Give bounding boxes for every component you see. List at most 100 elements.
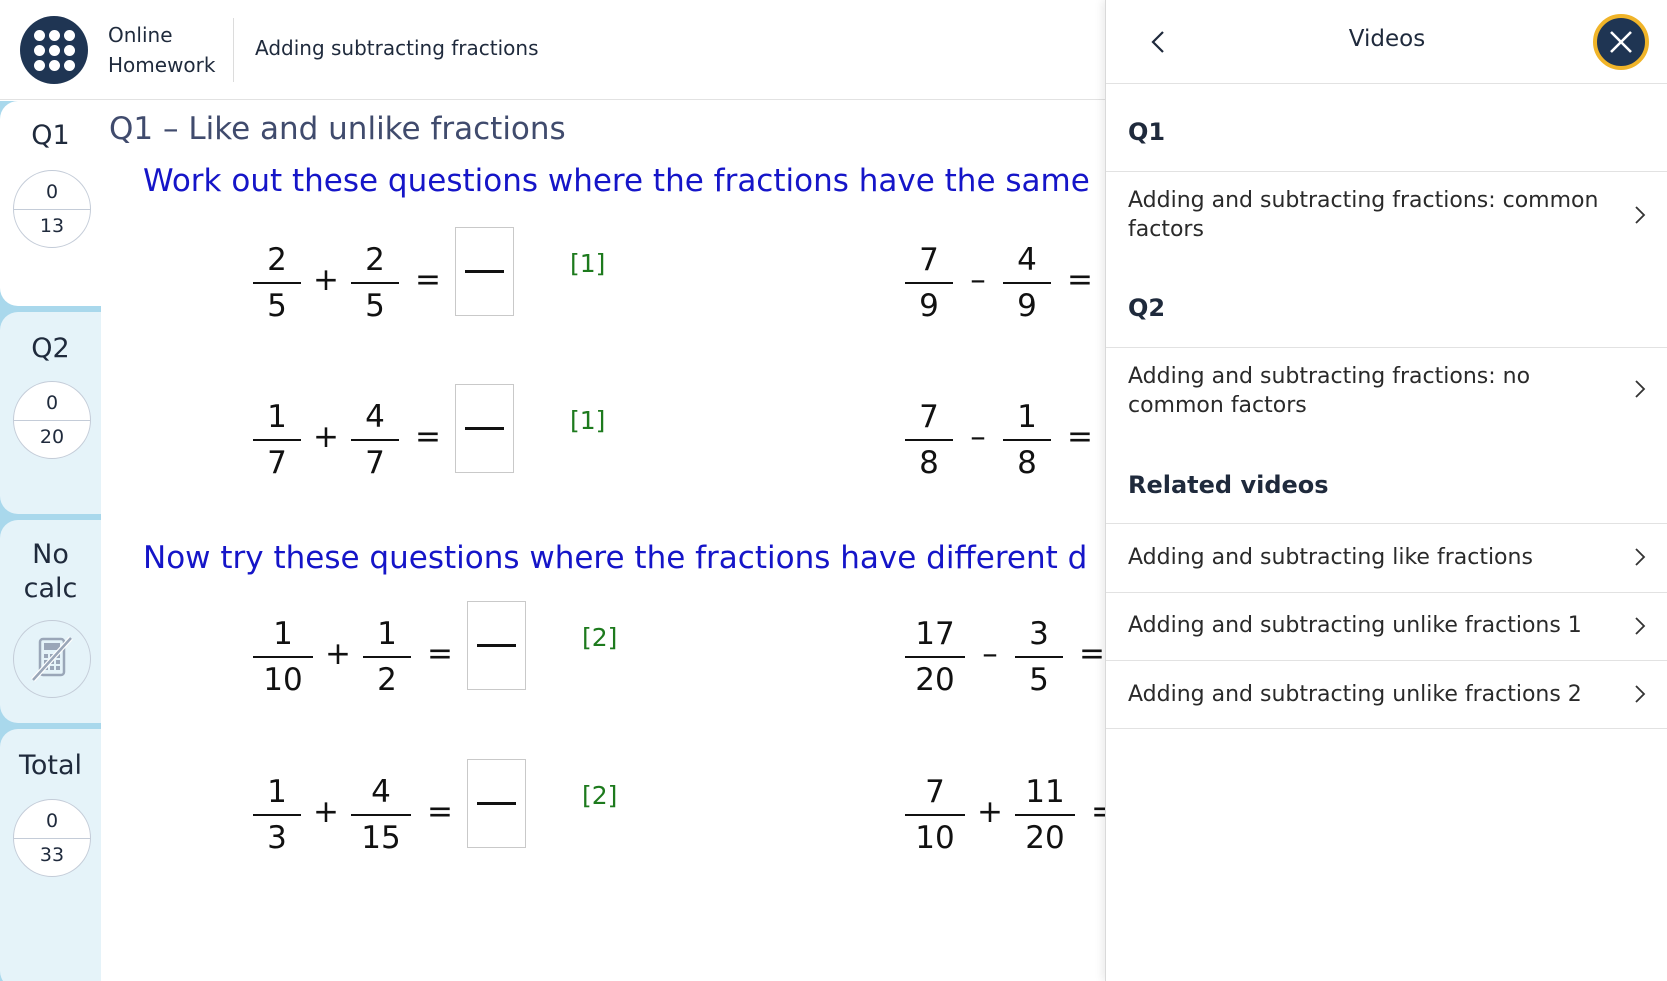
chevron-right-icon: [1635, 617, 1646, 635]
close-icon: [1610, 31, 1632, 53]
fraction-bar: [1003, 439, 1051, 441]
score-total: 13: [39, 215, 65, 237]
fraction-b: 4 15: [347, 773, 415, 857]
equals-sign: =: [427, 636, 453, 672]
score-total: 20: [39, 426, 65, 448]
operator: +: [313, 794, 339, 830]
video-link[interactable]: Adding and subtracting unlike fractions …: [1106, 660, 1667, 729]
denominator: 20: [1025, 820, 1065, 856]
video-link[interactable]: Adding and subtracting like fractions: [1106, 523, 1667, 592]
video-link[interactable]: Adding and subtracting fractions: no com…: [1106, 347, 1667, 433]
answer-input[interactable]: [467, 601, 526, 690]
operator: –: [982, 636, 998, 672]
numerator: 4: [371, 774, 391, 810]
answer-input[interactable]: [467, 759, 526, 848]
score-circle: 0 33: [13, 799, 91, 877]
denominator: 10: [263, 662, 303, 698]
numerator: 3: [1029, 616, 1049, 652]
marks-label: [1]: [570, 406, 606, 435]
operator: +: [313, 262, 339, 298]
fraction-a: 79: [901, 241, 957, 325]
fraction-a: 1 10: [249, 615, 317, 699]
equals-sign: =: [1067, 419, 1093, 455]
numerator: 2: [365, 242, 385, 278]
videos-panel: Videos Q1 Adding and subtracting fractio…: [1105, 0, 1667, 981]
close-button[interactable]: [1593, 14, 1649, 70]
homework-title: Adding subtracting fractions: [255, 36, 539, 60]
numerator: 7: [919, 242, 939, 278]
video-link-label: Adding and subtracting like fractions: [1128, 545, 1533, 570]
denominator: 9: [919, 288, 939, 324]
operator: –: [970, 262, 986, 298]
fraction-bar: [253, 282, 301, 284]
answer-input[interactable]: [455, 384, 514, 473]
section-title-q2: Q2: [1128, 294, 1166, 322]
numerator: 1: [377, 616, 397, 652]
equals-sign: =: [427, 794, 453, 830]
fraction-b: 35: [1011, 615, 1067, 699]
fraction-bar: [363, 656, 411, 658]
marks-label: [2]: [582, 623, 618, 652]
fraction-a: 7 10: [901, 773, 969, 857]
fraction-bar: [1015, 656, 1063, 658]
denominator: 20: [915, 662, 955, 698]
calculator-off-icon: [13, 620, 91, 698]
operator: +: [325, 636, 351, 672]
app-menu-button[interactable]: [20, 16, 88, 84]
fraction-bar: [253, 814, 301, 816]
operator: +: [977, 794, 1003, 830]
fraction-bar: [1003, 282, 1051, 284]
panel-header: Videos: [1106, 0, 1667, 84]
sidebar-item-q1[interactable]: Q1 0 13: [0, 101, 101, 306]
numerator: 4: [1017, 242, 1037, 278]
equals-sign: =: [1091, 794, 1105, 830]
panel-title: Videos: [1348, 26, 1426, 52]
fraction-bar: [351, 814, 411, 816]
instruction-same-denominator: Work out these questions where the fract…: [143, 163, 1090, 199]
numerator: 17: [915, 616, 955, 652]
question-heading: Q1 – Like and unlike fractions: [109, 111, 566, 147]
equals-sign: =: [415, 419, 441, 455]
fraction-a: 78: [901, 398, 957, 482]
chevron-right-icon: [1635, 380, 1646, 398]
video-link[interactable]: Adding and subtracting unlike fractions …: [1106, 592, 1667, 660]
brand-line-2: Homework: [108, 53, 216, 77]
score-circle: 0 13: [13, 170, 91, 248]
numerator: 1: [1017, 399, 1037, 435]
numerator: 7: [925, 774, 945, 810]
fraction-bar: [351, 282, 399, 284]
fraction-bar: [253, 656, 313, 658]
answer-input[interactable]: [455, 227, 514, 316]
numerator: 7: [919, 399, 939, 435]
answer-fraction-line: [465, 427, 504, 430]
denominator: 8: [1017, 445, 1037, 481]
denominator: 3: [267, 820, 287, 856]
fraction-bar: [905, 439, 953, 441]
chevron-right-icon: [1635, 548, 1646, 566]
denominator: 5: [365, 288, 385, 324]
fraction-b: 47: [347, 398, 403, 482]
fraction-b: 49: [999, 241, 1055, 325]
chevron-right-icon: [1635, 206, 1646, 224]
section-title-related-videos: Related videos: [1128, 471, 1329, 499]
score-value: 0: [45, 392, 59, 414]
sidebar-item-label: Q2: [31, 333, 70, 364]
numerator: 1: [273, 616, 293, 652]
fraction-a: 17 20: [901, 615, 969, 699]
sidebar-item-q2[interactable]: Q2 0 20: [0, 312, 101, 514]
fraction-bar: [905, 656, 965, 658]
numerator: 1: [267, 399, 287, 435]
denominator: 10: [915, 820, 955, 856]
score-total: 33: [39, 844, 65, 866]
fraction-bar: [905, 282, 953, 284]
fraction-bar: [351, 439, 399, 441]
score-value: 0: [45, 810, 59, 832]
equals-sign: =: [1067, 262, 1093, 298]
video-link-label: Adding and subtracting unlike fractions …: [1128, 613, 1582, 638]
sidebar-item-label: Q1: [31, 120, 70, 151]
fraction-a: 13: [249, 773, 305, 857]
chevron-right-icon: [1635, 685, 1646, 703]
denominator: 8: [919, 445, 939, 481]
denominator: 15: [361, 820, 401, 856]
video-link[interactable]: Adding and subtracting fractions: common…: [1106, 171, 1667, 257]
